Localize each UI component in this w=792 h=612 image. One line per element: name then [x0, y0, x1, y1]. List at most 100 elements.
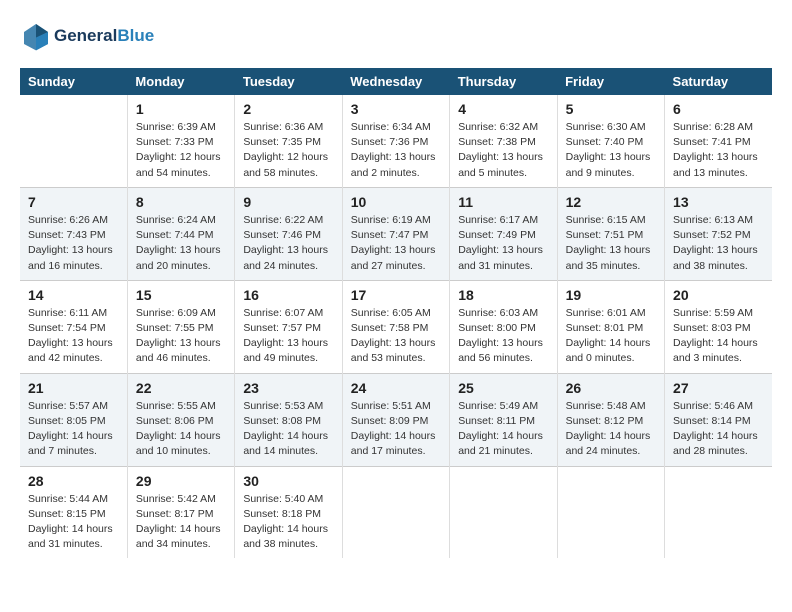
- calendar-cell: 13Sunrise: 6:13 AMSunset: 7:52 PMDayligh…: [665, 187, 772, 280]
- calendar-cell: 1 Sunrise: 6:39 AMSunset: 7:33 PMDaylight…: [127, 95, 234, 187]
- header-cell-sunday: Sunday: [20, 68, 127, 95]
- day-number: 27: [673, 380, 764, 396]
- calendar-cell: 27 Sunrise: 5:46 AMSunset: 8:14 PMDayligh…: [665, 373, 772, 466]
- day-number: 29: [136, 473, 226, 489]
- day-info: Sunrise: 5:57 AMSunset: 8:05 PMDaylight:…: [28, 399, 119, 460]
- day-info: Sunrise: 6:07 AMSunset: 7:57 PMDaylight:…: [243, 306, 333, 367]
- calendar-week-row: 21 Sunrise: 5:57 AMSunset: 8:05 PMDayligh…: [20, 373, 772, 466]
- calendar-cell: 15Sunrise: 6:09 AMSunset: 7:55 PMDayligh…: [127, 280, 234, 373]
- day-info: Sunrise: 6:11 AMSunset: 7:54 PMDaylight:…: [28, 306, 119, 367]
- calendar-cell: 22 Sunrise: 5:55 AMSunset: 8:06 PMDayligh…: [127, 373, 234, 466]
- day-number: 1: [136, 101, 226, 117]
- day-info: Sunrise: 6:03 AMSunset: 8:00 PMDaylight:…: [458, 306, 548, 367]
- day-number: 28: [28, 473, 119, 489]
- calendar-cell: [557, 466, 664, 558]
- calendar-cell: 12 Sunrise: 6:15 AMSunset: 7:51 PMDayligh…: [557, 187, 664, 280]
- calendar-cell: 26 Sunrise: 5:48 AMSunset: 8:12 PMDayligh…: [557, 373, 664, 466]
- day-info: Sunrise: 6:32 AMSunset: 7:38 PMDaylight:…: [458, 120, 548, 181]
- day-number: 30: [243, 473, 333, 489]
- day-number: 19: [566, 287, 656, 303]
- calendar-table: SundayMondayTuesdayWednesdayThursdayFrid…: [20, 68, 772, 558]
- calendar-cell: 2Sunrise: 6:36 AMSunset: 7:35 PMDaylight…: [235, 95, 342, 187]
- day-number: 20: [673, 287, 764, 303]
- day-number: 17: [351, 287, 441, 303]
- day-number: 6: [673, 101, 764, 117]
- day-number: 10: [351, 194, 441, 210]
- day-number: 23: [243, 380, 333, 396]
- day-info: Sunrise: 6:24 AMSunset: 7:44 PMDaylight:…: [136, 213, 226, 274]
- day-number: 18: [458, 287, 548, 303]
- day-info: Sunrise: 6:22 AMSunset: 7:46 PMDaylight:…: [243, 213, 333, 274]
- calendar-cell: 17 Sunrise: 6:05 AMSunset: 7:58 PMDayligh…: [342, 280, 449, 373]
- header-cell-wednesday: Wednesday: [342, 68, 449, 95]
- day-number: 15: [136, 287, 226, 303]
- day-info: Sunrise: 5:55 AMSunset: 8:06 PMDaylight:…: [136, 399, 226, 460]
- calendar-cell: 11 Sunrise: 6:17 AMSunset: 7:49 PMDayligh…: [450, 187, 557, 280]
- day-number: 11: [458, 194, 548, 210]
- day-number: 8: [136, 194, 226, 210]
- calendar-week-row: 14 Sunrise: 6:11 AMSunset: 7:54 PMDayligh…: [20, 280, 772, 373]
- day-number: 14: [28, 287, 119, 303]
- day-info: Sunrise: 6:17 AMSunset: 7:49 PMDaylight:…: [458, 213, 548, 274]
- calendar-cell: 4 Sunrise: 6:32 AMSunset: 7:38 PMDaylight…: [450, 95, 557, 187]
- day-info: Sunrise: 6:30 AMSunset: 7:40 PMDaylight:…: [566, 120, 656, 181]
- page-header: GeneralBlue: [20, 20, 772, 52]
- day-info: Sunrise: 5:53 AMSunset: 8:08 PMDaylight:…: [243, 399, 333, 460]
- logo: GeneralBlue: [20, 20, 154, 52]
- calendar-cell: 28 Sunrise: 5:44 AMSunset: 8:15 PMDayligh…: [20, 466, 127, 558]
- calendar-cell: 14 Sunrise: 6:11 AMSunset: 7:54 PMDayligh…: [20, 280, 127, 373]
- calendar-cell: 18 Sunrise: 6:03 AMSunset: 8:00 PMDayligh…: [450, 280, 557, 373]
- header-cell-monday: Monday: [127, 68, 234, 95]
- day-info: Sunrise: 5:48 AMSunset: 8:12 PMDaylight:…: [566, 399, 656, 460]
- day-number: 12: [566, 194, 656, 210]
- day-number: 7: [28, 194, 119, 210]
- calendar-cell: 9 Sunrise: 6:22 AMSunset: 7:46 PMDaylight…: [235, 187, 342, 280]
- day-number: 21: [28, 380, 119, 396]
- calendar-cell: 30 Sunrise: 5:40 AMSunset: 8:18 PMDayligh…: [235, 466, 342, 558]
- day-info: Sunrise: 6:13 AMSunset: 7:52 PMDaylight:…: [673, 213, 764, 274]
- calendar-cell: 21 Sunrise: 5:57 AMSunset: 8:05 PMDayligh…: [20, 373, 127, 466]
- calendar-cell: 10 Sunrise: 6:19 AMSunset: 7:47 PMDayligh…: [342, 187, 449, 280]
- calendar-cell: 24 Sunrise: 5:51 AMSunset: 8:09 PMDayligh…: [342, 373, 449, 466]
- day-info: Sunrise: 5:44 AMSunset: 8:15 PMDaylight:…: [28, 492, 119, 553]
- day-info: Sunrise: 6:34 AMSunset: 7:36 PMDaylight:…: [351, 120, 441, 181]
- calendar-week-row: 28 Sunrise: 5:44 AMSunset: 8:15 PMDayligh…: [20, 466, 772, 558]
- calendar-header-row: SundayMondayTuesdayWednesdayThursdayFrid…: [20, 68, 772, 95]
- day-info: Sunrise: 5:51 AMSunset: 8:09 PMDaylight:…: [351, 399, 441, 460]
- day-number: 24: [351, 380, 441, 396]
- day-info: Sunrise: 5:42 AMSunset: 8:17 PMDaylight:…: [136, 492, 226, 553]
- calendar-cell: [450, 466, 557, 558]
- day-info: Sunrise: 6:05 AMSunset: 7:58 PMDaylight:…: [351, 306, 441, 367]
- day-info: Sunrise: 5:49 AMSunset: 8:11 PMDaylight:…: [458, 399, 548, 460]
- calendar-cell: 29 Sunrise: 5:42 AMSunset: 8:17 PMDayligh…: [127, 466, 234, 558]
- day-info: Sunrise: 5:59 AMSunset: 8:03 PMDaylight:…: [673, 306, 764, 367]
- calendar-cell: [20, 95, 127, 187]
- calendar-cell: 3 Sunrise: 6:34 AMSunset: 7:36 PMDaylight…: [342, 95, 449, 187]
- calendar-week-row: 7 Sunrise: 6:26 AMSunset: 7:43 PMDaylight…: [20, 187, 772, 280]
- day-info: Sunrise: 6:39 AMSunset: 7:33 PMDaylight:…: [136, 120, 226, 181]
- day-info: Sunrise: 6:19 AMSunset: 7:47 PMDaylight:…: [351, 213, 441, 274]
- day-number: 4: [458, 101, 548, 117]
- calendar-cell: 8 Sunrise: 6:24 AMSunset: 7:44 PMDaylight…: [127, 187, 234, 280]
- calendar-cell: 25 Sunrise: 5:49 AMSunset: 8:11 PMDayligh…: [450, 373, 557, 466]
- day-number: 9: [243, 194, 333, 210]
- logo-text: GeneralBlue: [54, 26, 154, 46]
- day-info: Sunrise: 6:15 AMSunset: 7:51 PMDaylight:…: [566, 213, 656, 274]
- day-number: 26: [566, 380, 656, 396]
- calendar-cell: [342, 466, 449, 558]
- day-number: 3: [351, 101, 441, 117]
- calendar-cell: 23 Sunrise: 5:53 AMSunset: 8:08 PMDayligh…: [235, 373, 342, 466]
- calendar-cell: 6Sunrise: 6:28 AMSunset: 7:41 PMDaylight…: [665, 95, 772, 187]
- day-info: Sunrise: 5:46 AMSunset: 8:14 PMDaylight:…: [673, 399, 764, 460]
- day-number: 5: [566, 101, 656, 117]
- header-cell-friday: Friday: [557, 68, 664, 95]
- day-number: 25: [458, 380, 548, 396]
- day-info: Sunrise: 5:40 AMSunset: 8:18 PMDaylight:…: [243, 492, 333, 553]
- calendar-cell: [665, 466, 772, 558]
- calendar-cell: 7 Sunrise: 6:26 AMSunset: 7:43 PMDaylight…: [20, 187, 127, 280]
- calendar-cell: 16Sunrise: 6:07 AMSunset: 7:57 PMDayligh…: [235, 280, 342, 373]
- day-info: Sunrise: 6:26 AMSunset: 7:43 PMDaylight:…: [28, 213, 119, 274]
- calendar-cell: 20 Sunrise: 5:59 AMSunset: 8:03 PMDayligh…: [665, 280, 772, 373]
- day-info: Sunrise: 6:36 AMSunset: 7:35 PMDaylight:…: [243, 120, 333, 181]
- day-number: 22: [136, 380, 226, 396]
